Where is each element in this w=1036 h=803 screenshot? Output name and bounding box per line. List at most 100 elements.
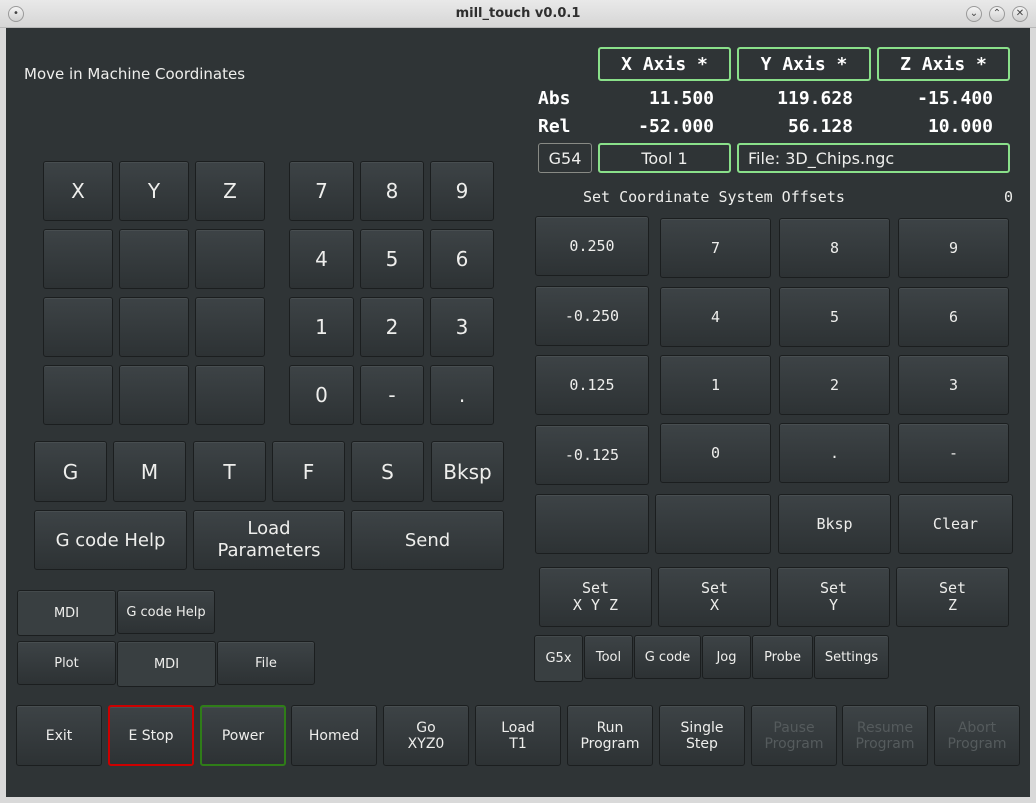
offset-key-1[interactable]: 1: [660, 355, 771, 415]
mdi-key-s[interactable]: S: [351, 441, 424, 502]
offset-key-3[interactable]: 3: [898, 355, 1009, 415]
mdi-blank-key[interactable]: [119, 229, 189, 289]
jog-step-0125-button[interactable]: 0.125: [535, 355, 649, 415]
run-program-button[interactable]: Run Program: [567, 705, 653, 766]
abs-label: Abs: [538, 88, 571, 109]
tab-g5x[interactable]: G5x: [534, 635, 583, 682]
resume-program-button[interactable]: Resume Program: [842, 705, 928, 766]
offset-bksp-button[interactable]: Bksp: [778, 494, 891, 554]
mdi-key-x[interactable]: X: [43, 161, 113, 221]
offset-key-0[interactable]: 0: [660, 423, 771, 483]
mode-label: Move in Machine Coordinates: [24, 65, 246, 83]
mdi-blank-key[interactable]: [195, 297, 265, 357]
rel-x-value: -52.000: [638, 116, 714, 137]
offsets-title: Set Coordinate System Offsets: [583, 188, 845, 206]
tab-jog[interactable]: Jog: [702, 635, 751, 679]
title-bar: mill_touch v0.0.1 • ⌄ ⌃ ✕: [0, 0, 1036, 28]
mdi-key-7[interactable]: 7: [289, 161, 354, 221]
offset-key-minus[interactable]: -: [898, 423, 1009, 483]
rel-label: Rel: [538, 116, 571, 137]
mdi-key-1[interactable]: 1: [289, 297, 354, 357]
mdi-key-y[interactable]: Y: [119, 161, 189, 221]
offset-key-7[interactable]: 7: [660, 218, 771, 278]
load-t1-button[interactable]: Load T1: [475, 705, 561, 766]
mdi-key-z[interactable]: Z: [195, 161, 265, 221]
abs-x-value: 11.500: [648, 88, 714, 109]
offset-key-2[interactable]: 2: [779, 355, 890, 415]
tool-indicator[interactable]: Tool 1: [598, 143, 731, 173]
gcode-help-button[interactable]: G code Help: [34, 510, 187, 570]
mdi-key-3[interactable]: 3: [430, 297, 494, 357]
coord-system-indicator[interactable]: G54: [538, 143, 592, 173]
estop-button[interactable]: E Stop: [108, 705, 194, 766]
mdi-key-f[interactable]: F: [272, 441, 345, 502]
maximize-icon[interactable]: ⌃: [989, 6, 1005, 22]
mdi-key-6[interactable]: 6: [430, 229, 494, 289]
pause-program-button[interactable]: Pause Program: [751, 705, 837, 766]
load-parameters-button[interactable]: Load Parameters: [193, 510, 345, 570]
offset-key-6[interactable]: 6: [898, 287, 1009, 347]
offset-key-5[interactable]: 5: [779, 287, 890, 347]
mdi-blank-key[interactable]: [195, 365, 265, 425]
jog-step-neg0250-button[interactable]: -0.250: [535, 286, 649, 346]
set-z-button[interactable]: Set Z: [896, 567, 1009, 627]
offset-key-8[interactable]: 8: [779, 218, 890, 278]
set-x-button[interactable]: Set X: [658, 567, 771, 627]
jog-step-neg0125-button[interactable]: -0.125: [535, 425, 649, 485]
set-y-button[interactable]: Set Y: [777, 567, 890, 627]
mdi-key-bksp[interactable]: Bksp: [431, 441, 504, 502]
mdi-key-0[interactable]: 0: [289, 365, 354, 425]
mdi-key-8[interactable]: 8: [360, 161, 424, 221]
homed-button[interactable]: Homed: [291, 705, 377, 766]
offset-clear-button[interactable]: Clear: [898, 494, 1013, 554]
y-axis-button[interactable]: Y Axis *: [737, 47, 871, 81]
window-menu-icon[interactable]: •: [8, 6, 24, 22]
minimize-icon[interactable]: ⌄: [966, 6, 982, 22]
mdi-key-5[interactable]: 5: [360, 229, 424, 289]
go-xyz0-button[interactable]: Go XYZ0: [383, 705, 469, 766]
mdi-key-g[interactable]: G: [34, 441, 107, 502]
abort-program-button[interactable]: Abort Program: [934, 705, 1020, 766]
tab-plot[interactable]: Plot: [17, 641, 116, 685]
tab-mdi-upper[interactable]: MDI: [17, 590, 116, 636]
mdi-key-9[interactable]: 9: [430, 161, 494, 221]
mdi-key-m[interactable]: M: [113, 441, 186, 502]
mdi-blank-key[interactable]: [43, 365, 113, 425]
rel-z-value: 10.000: [927, 116, 993, 137]
tab-tool[interactable]: Tool: [584, 635, 633, 679]
offset-blank-button-2[interactable]: [655, 494, 771, 554]
mdi-blank-key[interactable]: [43, 229, 113, 289]
mdi-key-t[interactable]: T: [193, 441, 266, 502]
jog-step-0250-button[interactable]: 0.250: [535, 216, 649, 276]
tab-settings[interactable]: Settings: [814, 635, 889, 679]
mdi-blank-key[interactable]: [195, 229, 265, 289]
exit-button[interactable]: Exit: [16, 705, 102, 766]
tab-probe[interactable]: Probe: [752, 635, 813, 679]
offset-key-9[interactable]: 9: [898, 218, 1009, 278]
abs-z-value: -15.400: [917, 88, 993, 109]
tab-mdi-lower[interactable]: MDI: [117, 641, 216, 687]
window-title: mill_touch v0.0.1: [455, 6, 581, 21]
tab-gcode[interactable]: G code: [634, 635, 701, 679]
close-icon[interactable]: ✕: [1012, 6, 1028, 22]
offset-key-dot[interactable]: .: [779, 423, 890, 483]
single-step-button[interactable]: Single Step: [659, 705, 745, 766]
power-button[interactable]: Power: [200, 705, 286, 766]
offset-blank-button-1[interactable]: [535, 494, 649, 554]
mdi-key-4[interactable]: 4: [289, 229, 354, 289]
tab-file[interactable]: File: [217, 641, 315, 685]
offset-key-4[interactable]: 4: [660, 287, 771, 347]
file-indicator[interactable]: File: 3D_Chips.ngc: [737, 143, 1010, 173]
tab-gcode-help[interactable]: G code Help: [117, 590, 215, 634]
mdi-blank-key[interactable]: [119, 297, 189, 357]
mdi-blank-key[interactable]: [43, 297, 113, 357]
mdi-key-minus[interactable]: -: [360, 365, 424, 425]
z-axis-button[interactable]: Z Axis *: [877, 47, 1010, 81]
x-axis-button[interactable]: X Axis *: [598, 47, 731, 81]
set-xyz-button[interactable]: Set X Y Z: [539, 567, 652, 627]
mdi-blank-key[interactable]: [119, 365, 189, 425]
window-border-bottom: [0, 797, 1036, 803]
mdi-key-2[interactable]: 2: [360, 297, 424, 357]
send-button[interactable]: Send: [351, 510, 504, 570]
mdi-key-dot[interactable]: .: [430, 365, 494, 425]
